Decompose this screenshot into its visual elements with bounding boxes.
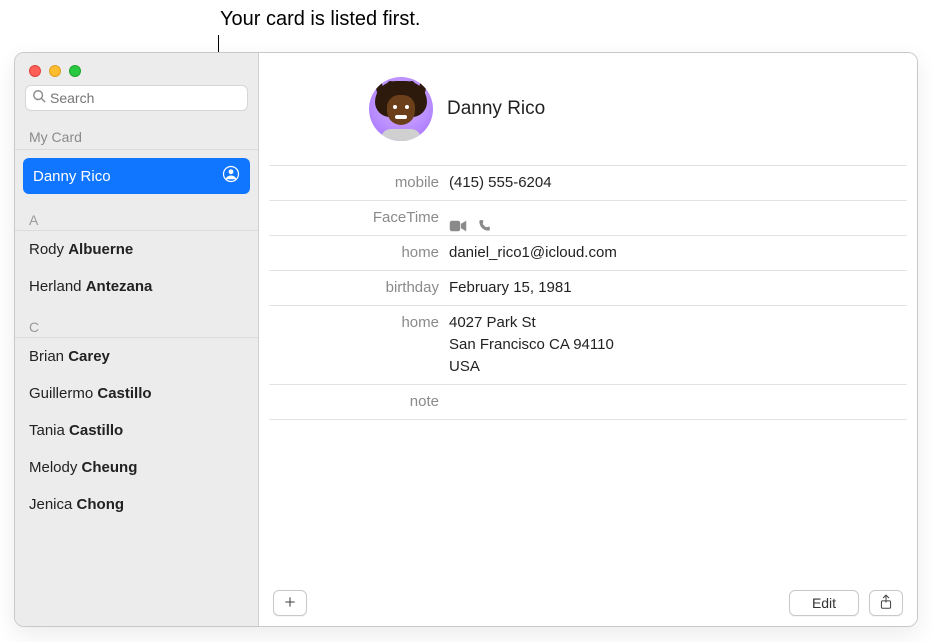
zoom-window-button[interactable] — [69, 65, 81, 77]
edit-button[interactable]: Edit — [789, 590, 859, 616]
close-window-button[interactable] — [29, 65, 41, 77]
field-label: birthday — [269, 277, 449, 299]
field-home-address: home 4027 Park St San Francisco CA 94110… — [269, 305, 907, 384]
contact-last: Carey — [68, 348, 110, 365]
search-field[interactable] — [25, 85, 248, 111]
card-name: Danny Rico — [447, 98, 545, 120]
contact-first: Herland — [29, 278, 82, 295]
contact-row[interactable]: Rody Albuerne — [15, 231, 258, 268]
contact-first: Jenica — [29, 496, 72, 513]
share-button[interactable] — [869, 590, 903, 616]
contact-last: Castillo — [69, 422, 123, 439]
add-contact-button[interactable] — [273, 590, 307, 616]
contact-last: Albuerne — [68, 241, 133, 258]
field-note: note — [269, 384, 907, 420]
field-label: FaceTime — [269, 207, 449, 229]
share-icon — [879, 594, 893, 613]
contact-first: Guillermo — [29, 385, 93, 402]
mycard-row-selected[interactable]: Danny Rico — [23, 158, 250, 194]
contact-row[interactable]: Melody Cheung — [15, 449, 258, 486]
facetime-video-icon[interactable] — [449, 196, 467, 240]
field-label: mobile — [269, 172, 449, 194]
field-label: note — [269, 391, 449, 413]
contact-first: Brian — [29, 348, 64, 365]
contact-row[interactable]: Tania Castillo — [15, 412, 258, 449]
contacts-sidebar: My Card Danny Rico A Rody Albuerne Herla… — [15, 53, 259, 626]
person-circle-icon — [222, 165, 240, 187]
field-birthday: birthday February 15, 1981 — [269, 270, 907, 305]
contact-last: Antezana — [86, 278, 153, 295]
avatar[interactable] — [369, 77, 433, 141]
field-label: home — [269, 242, 449, 264]
section-letter-a: A — [15, 202, 258, 231]
contact-first: Tania — [29, 422, 65, 439]
field-value: February 15, 1981 — [449, 277, 903, 299]
search-icon — [32, 89, 46, 107]
window-controls — [15, 53, 258, 85]
contact-first: Rody — [29, 241, 64, 258]
contact-row[interactable]: Herland Antezana — [15, 268, 258, 305]
contacts-window: My Card Danny Rico A Rody Albuerne Herla… — [14, 52, 918, 627]
mycard-section-header: My Card — [15, 123, 258, 150]
mycard-name: Danny Rico — [33, 168, 111, 185]
plus-icon — [283, 595, 297, 612]
help-annotation: Your card is listed first. — [220, 8, 420, 31]
edit-label: Edit — [812, 595, 836, 611]
contact-detail-pane: Danny Rico mobile (415) 555-6204 FaceTim… — [259, 53, 917, 626]
detail-toolbar: Edit — [259, 580, 917, 626]
field-value[interactable]: 4027 Park St San Francisco CA 94110 USA — [449, 312, 903, 378]
field-value[interactable]: (415) 555-6204 — [449, 172, 903, 194]
contact-row[interactable]: Brian Carey — [15, 338, 258, 375]
field-value[interactable]: daniel_rico1@icloud.com — [449, 242, 903, 264]
facetime-audio-icon[interactable] — [477, 196, 491, 240]
field-home-email: home daniel_rico1@icloud.com — [269, 235, 907, 270]
field-facetime: FaceTime — [269, 200, 907, 235]
contact-first: Melody — [29, 459, 77, 476]
contact-row[interactable]: Jenica Chong — [15, 486, 258, 523]
field-rows: mobile (415) 555-6204 FaceTime home dani… — [259, 165, 917, 420]
minimize-window-button[interactable] — [49, 65, 61, 77]
section-letter-c: C — [15, 309, 258, 338]
field-label: home — [269, 312, 449, 334]
contact-last: Castillo — [97, 385, 151, 402]
contact-last: Chong — [77, 496, 124, 513]
field-mobile: mobile (415) 555-6204 — [269, 165, 907, 200]
contact-last: Cheung — [82, 459, 138, 476]
contact-row[interactable]: Guillermo Castillo — [15, 375, 258, 412]
card-header: Danny Rico — [259, 53, 917, 165]
search-input[interactable] — [50, 90, 241, 106]
facetime-actions — [449, 207, 903, 229]
